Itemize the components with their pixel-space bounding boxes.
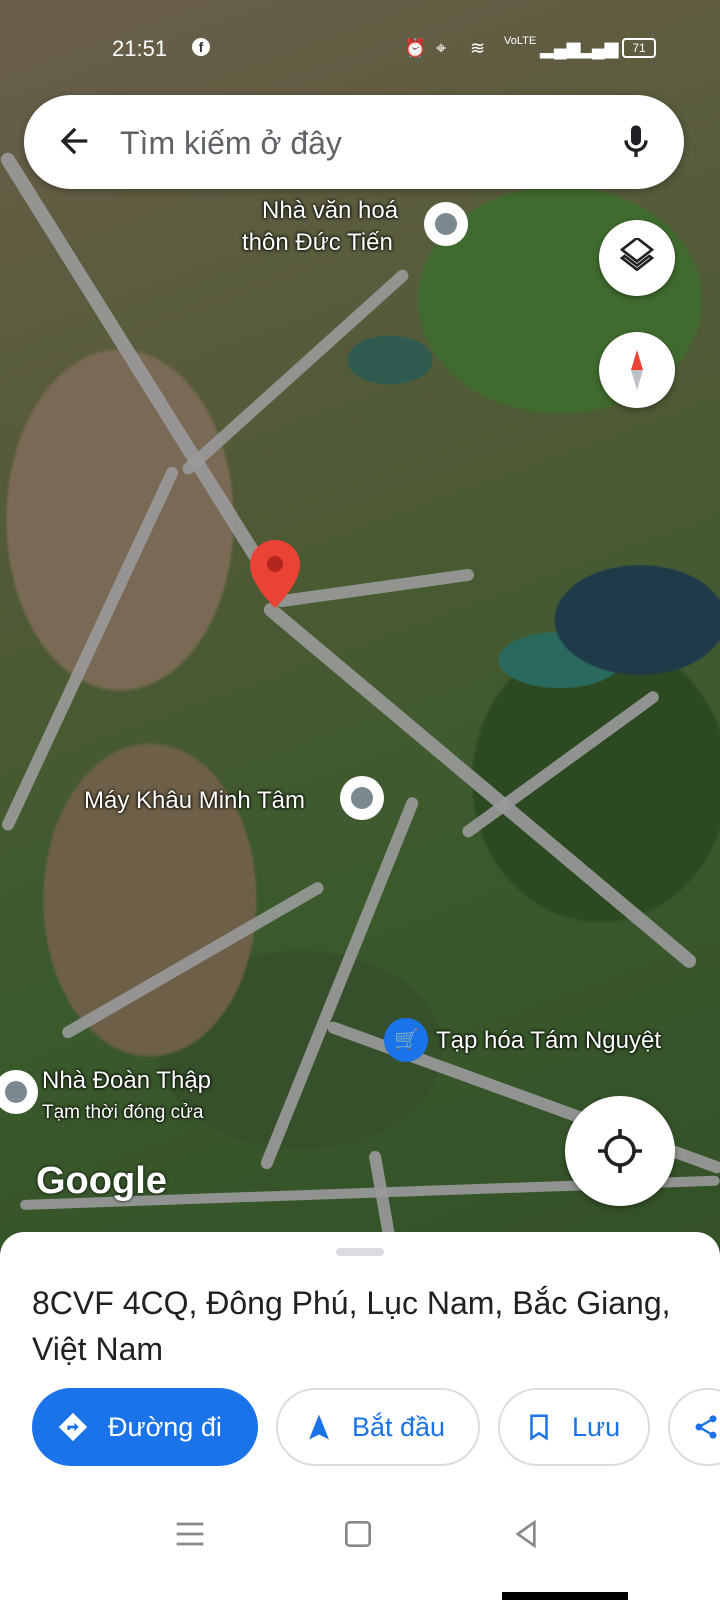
battery-icon: 71 bbox=[622, 38, 656, 58]
poi-label-sewing[interactable]: Máy Khâu Minh Tâm bbox=[84, 786, 305, 816]
map-road bbox=[180, 267, 411, 477]
menu-icon[interactable] bbox=[170, 1514, 210, 1554]
clock: 21:51 bbox=[112, 36, 168, 61]
map-road bbox=[261, 600, 699, 971]
save-label: Lưu bbox=[572, 1411, 621, 1442]
signal-icon: ▂▄▆ bbox=[540, 38, 581, 58]
google-logo: Google bbox=[36, 1160, 167, 1202]
my-location-button[interactable] bbox=[565, 1096, 675, 1206]
directions-label: Đường đi bbox=[108, 1411, 222, 1442]
system-navigation-bar bbox=[0, 1488, 720, 1600]
poi-label-doan-thap[interactable]: Nhà Đoàn Thập bbox=[42, 1066, 211, 1096]
crosshair-icon bbox=[598, 1129, 642, 1173]
bookmark-icon bbox=[524, 1412, 554, 1442]
start-button[interactable]: Bắt đầu bbox=[276, 1388, 480, 1466]
back-arrow-icon[interactable] bbox=[54, 121, 94, 161]
search-input[interactable] bbox=[118, 115, 602, 171]
location-icon: ⌖ bbox=[436, 38, 447, 58]
start-label: Bắt đầu bbox=[352, 1411, 446, 1442]
poi-label-culture-house-line2[interactable]: thôn Đức Tiến bbox=[242, 228, 393, 258]
layers-button[interactable] bbox=[599, 220, 675, 296]
alarm-icon: ⏰ bbox=[404, 38, 427, 58]
layers-icon bbox=[619, 238, 655, 272]
share-icon bbox=[692, 1413, 720, 1441]
map-road bbox=[60, 880, 326, 1041]
poi-status-closed: Tạm thời đóng cửa bbox=[42, 1102, 204, 1123]
shopping-cart-icon[interactable]: 🛒 bbox=[384, 1018, 428, 1062]
share-button[interactable] bbox=[668, 1388, 720, 1466]
compass-button[interactable] bbox=[599, 332, 675, 408]
signal-icon: ▂▄▆ bbox=[578, 38, 619, 58]
facebook-icon: f bbox=[192, 38, 210, 56]
navigation-arrow-icon bbox=[304, 1412, 334, 1442]
directions-button[interactable]: Đường đi bbox=[32, 1388, 258, 1466]
search-bar[interactable] bbox=[24, 95, 684, 189]
dropped-pin-icon[interactable] bbox=[250, 540, 300, 608]
save-button[interactable]: Lưu bbox=[498, 1388, 650, 1466]
place-address: 8CVF 4CQ, Đông Phú, Lục Nam, Bắc Giang, … bbox=[32, 1285, 671, 1367]
poi-marker-icon[interactable] bbox=[340, 776, 384, 820]
back-triangle-icon[interactable] bbox=[506, 1514, 546, 1554]
map-road bbox=[259, 795, 420, 1171]
compass-icon bbox=[631, 350, 643, 390]
volte-badge: VoLTE bbox=[504, 35, 537, 47]
poi-label-culture-house[interactable]: Nhà văn hoá bbox=[262, 196, 398, 226]
microphone-icon[interactable] bbox=[616, 119, 656, 165]
map-road bbox=[460, 688, 662, 840]
wifi-icon: ≋ bbox=[470, 38, 486, 58]
map-road bbox=[0, 464, 181, 833]
poi-label-grocery[interactable]: Tạp hóa Tám Nguyệt bbox=[436, 1026, 661, 1056]
map-road bbox=[275, 568, 475, 608]
home-square-icon[interactable] bbox=[338, 1514, 378, 1554]
home-indicator bbox=[502, 1592, 628, 1600]
directions-icon bbox=[56, 1410, 90, 1444]
drag-handle[interactable] bbox=[336, 1248, 384, 1256]
poi-marker-icon[interactable] bbox=[424, 202, 468, 246]
status-bar: 21:51 f ⏰ ⌖ ≋ VoLTE ▂▄▆ ▂▄▆ 71 bbox=[0, 30, 720, 66]
